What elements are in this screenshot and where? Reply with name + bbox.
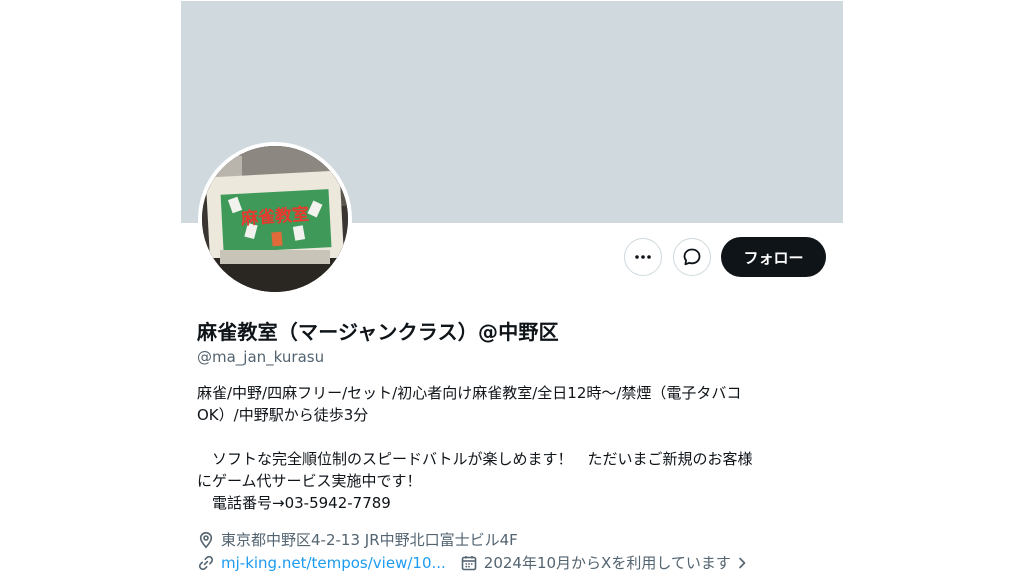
display-name: 麻雀教室（マージャンクラス）@中野区 — [197, 320, 559, 344]
location-pin-icon — [197, 531, 215, 549]
profile-column: 麻雀教室 フォロー 麻雀教室（マージャンクラス）@中野区 @ma_jan_kur… — [181, 0, 843, 576]
bio-line: 麻雀/中野/四麻フリー/セット/初心者向け麻雀教室/全日12時～/禁煙（電子タバ… — [197, 384, 742, 402]
follow-button[interactable]: フォロー — [721, 237, 826, 277]
chevron-right-icon — [735, 556, 749, 570]
more-horizontal-icon — [635, 255, 651, 259]
handle: @ma_jan_kurasu — [197, 348, 325, 366]
bio-line: 電話番号→03-5942-7789 — [197, 494, 391, 512]
website-link[interactable]: mj-king.net/tempos/view/10... — [221, 554, 446, 572]
joined-date[interactable]: 2024年10月からXを利用しています — [460, 552, 749, 573]
link-icon — [197, 554, 215, 572]
location-text: 東京都中野区4-2-13 JR中野北口富士ビル4F — [221, 531, 518, 549]
bio-line: OK）/中野駅から徒歩3分 — [197, 406, 369, 424]
message-icon — [683, 248, 701, 266]
profile-actions: フォロー — [624, 237, 826, 277]
message-button[interactable] — [673, 238, 711, 276]
profile-avatar[interactable]: 麻雀教室 — [198, 142, 352, 296]
website-joined-row: mj-king.net/tempos/view/10... 2024年10月から… — [197, 552, 749, 573]
bio-line: ソフトな完全順位制のスピードバトルが楽しめます！ ただいまご新規のお客様 — [197, 450, 753, 468]
avatar-photo: 麻雀教室 — [202, 146, 348, 292]
profile-page: 麻雀教室 フォロー 麻雀教室（マージャンクラス）@中野区 @ma_jan_kur… — [0, 0, 1024, 576]
joined-text: 2024年10月からXを利用しています — [483, 554, 731, 572]
bio-line: にゲーム代サービス実施中です！ — [197, 472, 422, 490]
location-row: 東京都中野区4-2-13 JR中野北口富士ビル4F — [197, 529, 518, 550]
more-button[interactable] — [624, 238, 662, 276]
calendar-icon — [460, 554, 478, 572]
bio-line — [197, 426, 827, 448]
bio: 麻雀/中野/四麻フリー/セット/初心者向け麻雀教室/全日12時～/禁煙（電子タバ… — [197, 382, 827, 514]
